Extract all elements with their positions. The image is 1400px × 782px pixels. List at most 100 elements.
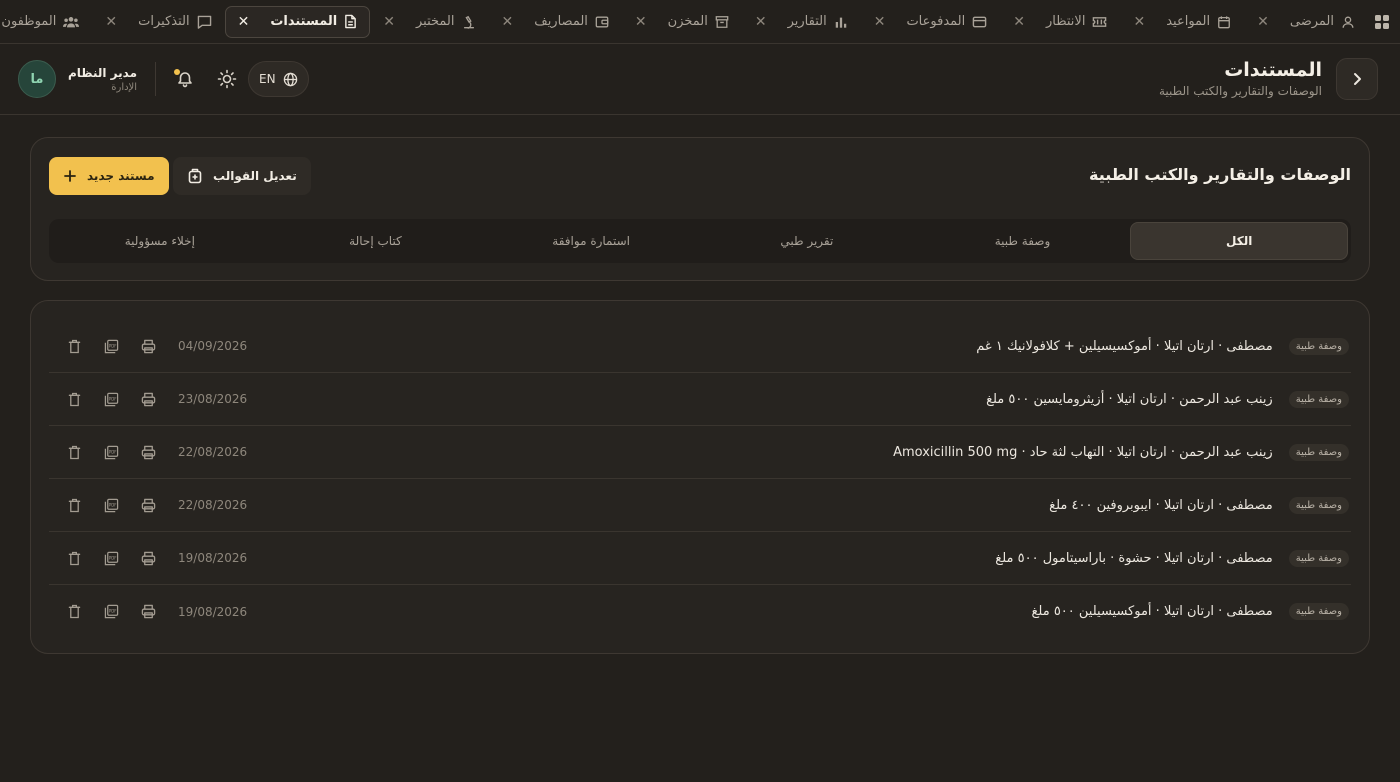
document-row[interactable]: وصفة طبية زينب عبد الرحمن · ارتان اتيلا ·… <box>49 426 1351 479</box>
printer-icon <box>141 498 156 513</box>
export-pdf-button[interactable]: PDF <box>97 385 125 413</box>
export-pdf-button[interactable]: PDF <box>97 491 125 519</box>
print-button[interactable] <box>134 385 162 413</box>
tab-archive[interactable]: المخزن ✕ <box>622 6 742 38</box>
user-info[interactable]: مدير النظام الإدارة <box>68 66 137 93</box>
filter-tab[interactable]: إخلاء مسؤولية <box>52 222 268 260</box>
tab-microscope[interactable]: المختبر ✕ <box>370 6 488 38</box>
close-icon[interactable]: ✕ <box>502 14 514 30</box>
document-title[interactable]: مصطفى · ارتان اتيلا · ايبوبروفين ٤٠٠ ملغ <box>1049 498 1273 513</box>
pdf-icon: PDF <box>104 551 119 566</box>
theme-toggle-button[interactable] <box>210 62 244 96</box>
document-date: 22/08/2026 <box>178 498 248 512</box>
new-document-button[interactable]: مستند جديد <box>49 157 169 195</box>
print-button[interactable] <box>134 598 162 626</box>
filter-tab[interactable]: وصفة طبية <box>915 222 1131 260</box>
svg-text:PDF: PDF <box>108 396 116 401</box>
apps-grid-icon[interactable] <box>1374 5 1390 39</box>
export-pdf-button[interactable]: PDF <box>97 332 125 360</box>
tab-user[interactable]: المرضى ✕ <box>1244 6 1368 38</box>
svg-text:PDF: PDF <box>108 502 116 507</box>
tab-label: الموظفون <box>1 14 57 29</box>
export-pdf-button[interactable]: PDF <box>97 544 125 572</box>
document-type-badge: وصفة طبية <box>1288 549 1349 567</box>
printer-icon <box>141 551 156 566</box>
calendar-icon <box>1217 15 1231 29</box>
print-button[interactable] <box>134 438 162 466</box>
filter-tab[interactable]: تقرير طبي <box>699 222 915 260</box>
document-type-filter: الكل وصفة طبية تقرير طبي استمارة موافقة كتاب… <box>49 219 1351 263</box>
close-icon[interactable]: ✕ <box>238 14 250 30</box>
print-button[interactable] <box>134 491 162 519</box>
filter-tab[interactable]: كتاب إحالة <box>268 222 484 260</box>
back-button[interactable] <box>1336 58 1378 100</box>
page-title: المستندات <box>1224 59 1322 81</box>
document-title[interactable]: زينب عبد الرحمن · ارتان اتيلا · أزيثروما… <box>986 392 1273 407</box>
archive-icon <box>715 15 729 29</box>
tab-ticket[interactable]: الانتظار ✕ <box>1000 6 1120 38</box>
tab-users[interactable]: الموظفون✕ <box>0 6 92 38</box>
tab-label: التذكيرات <box>138 14 190 29</box>
notifications-button[interactable] <box>168 62 202 96</box>
tab-label: المرضى <box>1289 14 1334 29</box>
delete-button[interactable] <box>60 598 88 626</box>
close-icon[interactable]: ✕ <box>635 14 647 30</box>
document-title[interactable]: مصطفى · ارتان اتيلا · حشوة · باراسيتامول… <box>995 551 1272 566</box>
close-icon[interactable]: ✕ <box>1133 14 1145 30</box>
document-row[interactable]: وصفة طبية مصطفى · ارتان اتيلا · ايبوبروفي… <box>49 479 1351 532</box>
close-icon[interactable]: ✕ <box>1257 14 1269 30</box>
print-button[interactable] <box>134 544 162 572</box>
tab-calendar[interactable]: المواعيد ✕ <box>1120 6 1244 38</box>
close-icon[interactable]: ✕ <box>105 14 117 30</box>
printer-icon <box>141 445 156 460</box>
ticket-icon <box>1092 15 1107 29</box>
document-type-badge: وصفة طبية <box>1288 603 1349 620</box>
delete-button[interactable] <box>60 385 88 413</box>
delete-button[interactable] <box>60 544 88 572</box>
document-title[interactable]: مصطفى · ارتان اتيلا · أموكسيسيلين + كلاف… <box>976 339 1272 354</box>
filter-tab[interactable]: الكل <box>1130 222 1348 260</box>
microscope-icon <box>462 15 476 29</box>
close-icon[interactable]: ✕ <box>1013 14 1025 30</box>
filter-tab[interactable]: استمارة موافقة <box>483 222 699 260</box>
tab-wallet[interactable]: المصاريف ✕ <box>489 6 622 38</box>
tab-message[interactable]: التذكيرات ✕ <box>92 6 224 38</box>
delete-button[interactable] <box>60 332 88 360</box>
svg-text:PDF: PDF <box>108 555 116 560</box>
edit-templates-label: تعديل القوالب <box>213 169 297 183</box>
document-type-badge: وصفة طبية <box>1288 390 1349 408</box>
edit-templates-button[interactable]: تعديل القوالب <box>173 157 311 195</box>
close-icon[interactable]: ✕ <box>755 14 767 30</box>
tab-bar: المرضى ✕ المواعيد ✕ الانتظار ✕ المدفوعات ✕ التقا… <box>0 0 1400 44</box>
pdf-icon: PDF <box>104 339 119 354</box>
notification-dot <box>174 69 181 75</box>
print-button[interactable] <box>134 332 162 360</box>
tab-credit-card[interactable]: المدفوعات ✕ <box>861 6 1001 38</box>
bar-chart-icon <box>834 15 848 29</box>
document-title[interactable]: زينب عبد الرحمن · ارتان اتيلا · التهاب ل… <box>893 445 1273 460</box>
medical-bag-icon <box>188 168 202 184</box>
delete-button[interactable] <box>60 491 88 519</box>
document-row[interactable]: وصفة طبية مصطفى · ارتان اتيلا · حشوة · با… <box>49 532 1351 585</box>
language-button[interactable]: EN <box>248 61 309 97</box>
credit-card-icon <box>972 15 987 29</box>
section-title: الوصفات والتقارير والكتب الطبية <box>1088 165 1351 184</box>
export-pdf-button[interactable]: PDF <box>97 598 125 626</box>
close-icon[interactable]: ✕ <box>874 14 886 30</box>
printer-icon <box>141 392 156 407</box>
document-type-badge: وصفة طبية <box>1288 443 1349 461</box>
document-row[interactable]: وصفة طبية مصطفى · ارتان اتيلا · أموكسيسيل… <box>49 320 1351 373</box>
export-pdf-button[interactable]: PDF <box>97 438 125 466</box>
document-icon <box>344 14 357 29</box>
tab-document[interactable]: المستندات ✕ <box>224 5 371 38</box>
close-icon[interactable]: ✕ <box>383 14 395 30</box>
document-row[interactable]: وصفة طبية زينب عبد الرحمن · ارتان اتيلا ·… <box>49 373 1351 426</box>
delete-button[interactable] <box>60 438 88 466</box>
tab-bar-chart[interactable]: التقارير ✕ <box>742 6 861 38</box>
document-row[interactable]: وصفة طبية مصطفى · ارتان اتيلا · أموكسيسيل… <box>49 585 1351 638</box>
avatar[interactable]: ما <box>18 60 56 98</box>
trash-icon <box>68 445 81 460</box>
document-title[interactable]: مصطفى · ارتان اتيلا · أموكسيسيلين ٥٠٠ مل… <box>1031 604 1272 619</box>
documents-toolbar-card: الوصفات والتقارير والكتب الطبية تعديل ال… <box>30 137 1370 281</box>
message-icon <box>197 15 212 29</box>
